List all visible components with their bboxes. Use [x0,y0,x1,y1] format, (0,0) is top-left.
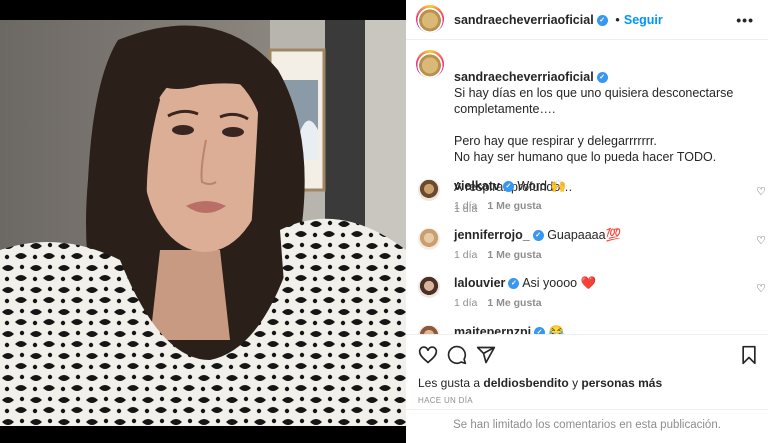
comment-body: maitepernzpi ✓ 😂 [454,325,734,334]
comment-username[interactable]: lalouvier [454,276,505,290]
comment-row: vielkatv ✓ Word 🙌 1 día 1 Me gusta ♡ [418,179,766,223]
comment-time[interactable]: 1 día [454,200,477,212]
author-avatar[interactable] [416,5,444,33]
heart-icon[interactable] [418,345,438,365]
comment-row: maitepernzpi ✓ 😂 [418,325,758,334]
caption-username[interactable]: sandraecheverriaoficial [454,70,594,84]
caption-avatar[interactable] [416,50,444,78]
comment-like-heart-icon[interactable]: ♡ [756,185,766,198]
comment-like-heart-icon[interactable]: ♡ [756,234,766,247]
comment-likes[interactable]: 1 Me gusta [487,297,541,309]
verified-icon: ✓ [532,230,544,242]
post-photo[interactable] [0,0,406,443]
post-header: sandraecheverriaoficial ✓ • Seguir ••• [406,0,768,40]
comments-limited-notice: Se han limitado los comentarios en esta … [406,409,768,439]
verified-icon: ✓ [502,181,514,193]
comment-username[interactable]: vielkatv [454,179,500,193]
likes-middle: y [568,376,582,390]
more-icon[interactable]: ••• [736,12,754,28]
bookmark-icon[interactable] [740,345,758,365]
photo-image [0,20,406,426]
likes-others[interactable]: personas más [581,376,662,390]
comment-body: lalouvier ✓ Asi yoooo ❤️ 1 día 1 Me gusta [454,276,734,309]
comment-likes[interactable]: 1 Me gusta [487,249,541,261]
comment-icon[interactable] [447,345,467,365]
caption-avatar-wrap [416,50,444,78]
caption-line-1: Si hay días en los que uno quisiera desc… [454,86,734,116]
likes-prefix: Les gusta a [418,376,484,390]
comment-body: jenniferrojo_ ✓ Guapaaaa💯 1 día 1 Me gusta [454,228,734,261]
post-actions: Les gusta a deldiosbendito y personas má… [406,334,768,438]
author-line: sandraecheverriaoficial ✓ • Seguir [454,12,663,27]
post-date[interactable]: HACE UN DÍA [418,396,473,405]
likes-user[interactable]: deldiosbendito [483,376,568,390]
photo-top-border [0,0,406,20]
comment-row: lalouvier ✓ Asi yoooo ❤️ 1 día 1 Me gusta … [418,276,766,320]
comment-likes[interactable]: 1 Me gusta [487,200,541,212]
comment-text: Asi yoooo ❤️ [522,276,597,290]
comment-avatar[interactable] [418,276,440,298]
comment-username[interactable]: jenniferrojo_ [454,228,530,242]
follow-button[interactable]: Seguir [624,13,663,27]
comment-username[interactable]: maitepernzpi [454,325,531,334]
verified-icon: ✓ [596,15,608,27]
photo-bottom-border [0,426,406,443]
comment-like-heart-icon[interactable]: ♡ [756,282,766,295]
comments-list[interactable]: sandraecheverriaoficial ✓ Si hay días en … [406,41,768,334]
comment-text: Word 🙌 [517,179,567,193]
comment-text: Guapaaaa💯 [547,228,622,242]
comment-time[interactable]: 1 día [454,297,477,309]
comment-body: vielkatv ✓ Word 🙌 1 día 1 Me gusta [454,179,734,212]
comment-time[interactable]: 1 día [454,249,477,261]
likes-summary: Les gusta a deldiosbendito y personas má… [418,376,662,390]
comment-avatar[interactable] [418,228,440,250]
caption-line-2: Pero hay que respirar y delegarrrrrrr. N… [454,134,717,164]
comment-row: jenniferrojo_ ✓ Guapaaaa💯 1 día 1 Me gusta… [418,228,766,272]
verified-icon: ✓ [596,72,608,84]
author-username[interactable]: sandraecheverriaoficial [454,13,594,27]
verified-icon: ✓ [534,327,546,334]
comment-avatar[interactable] [418,179,440,201]
comment-text: 😂 [548,325,565,334]
separator-dot: • [615,12,620,27]
comment-avatar[interactable] [418,325,440,334]
share-icon[interactable] [476,345,496,365]
post-side-panel: sandraecheverriaoficial ✓ • Seguir ••• san… [406,0,768,443]
verified-icon: ✓ [508,278,520,290]
